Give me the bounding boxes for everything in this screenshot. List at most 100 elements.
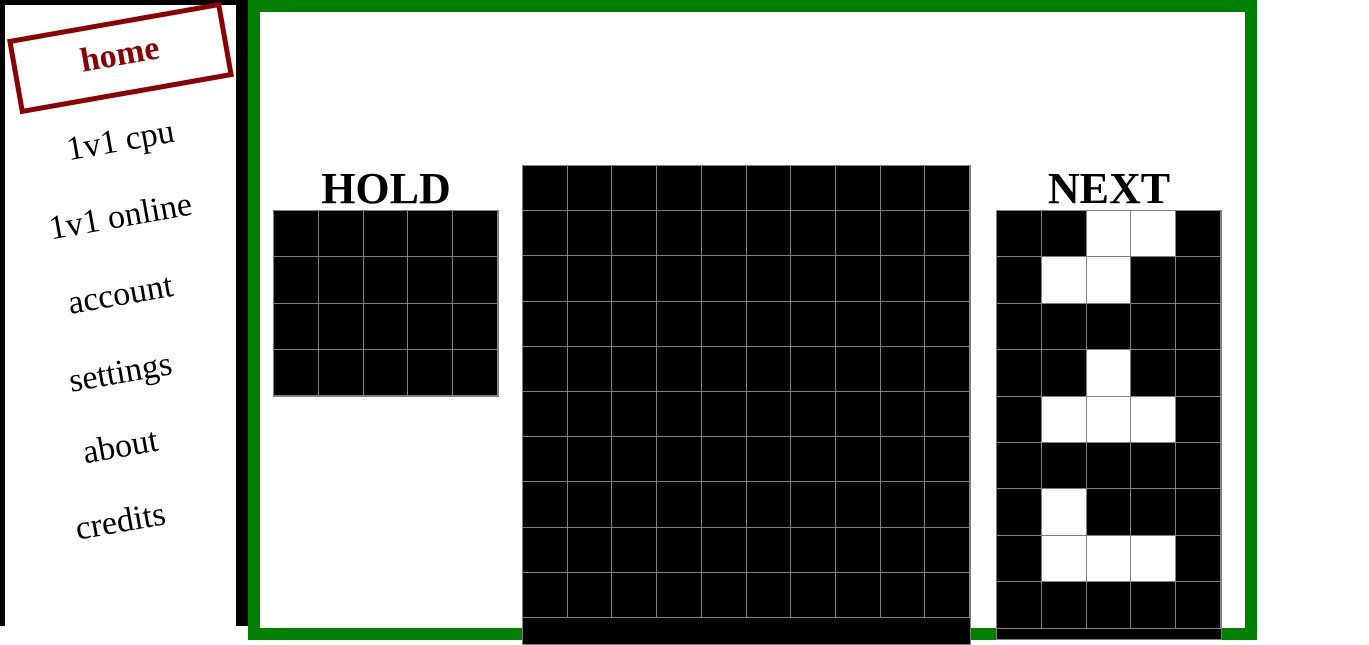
next-cell — [1131, 535, 1177, 583]
board-cell — [835, 437, 881, 483]
board-cell — [612, 437, 658, 483]
next-cell — [997, 303, 1042, 351]
board-cell — [835, 211, 881, 257]
board-cell — [925, 211, 970, 257]
hold-cell — [274, 211, 319, 258]
next-cell — [997, 535, 1042, 583]
hold-cell — [363, 349, 409, 396]
board-cell — [657, 527, 702, 573]
board-cell — [612, 391, 658, 438]
next-cell — [997, 350, 1042, 397]
board-cell — [523, 346, 568, 392]
board-cell — [880, 572, 926, 618]
hold-cell — [408, 303, 454, 350]
next-cell — [1086, 442, 1132, 490]
board-cell — [657, 391, 702, 438]
board-cell — [880, 166, 926, 212]
board-cell — [925, 166, 970, 212]
board-cell — [746, 437, 792, 483]
next-cell — [1176, 211, 1221, 258]
board-cell — [701, 527, 747, 573]
board-cell — [791, 346, 836, 392]
board-cell — [567, 256, 613, 302]
board-cell — [612, 301, 658, 347]
hold-title: HOLD — [321, 164, 451, 213]
board-cell — [880, 346, 926, 392]
board-cell — [567, 391, 613, 438]
board-cell — [523, 166, 568, 212]
board-cell — [567, 211, 613, 257]
hold-cell — [363, 257, 409, 304]
next-cell — [1131, 396, 1177, 443]
next-cell — [1041, 442, 1087, 490]
next-cell — [997, 442, 1042, 490]
next-cell — [1041, 350, 1087, 397]
board-cell — [835, 346, 881, 392]
next-cell — [997, 396, 1042, 443]
next-cell — [1131, 442, 1177, 490]
board-cell — [880, 391, 926, 438]
next-cell — [997, 489, 1042, 536]
hold-cell — [274, 257, 319, 304]
board-cell — [523, 301, 568, 347]
hold-cell — [453, 303, 498, 350]
next-cell — [1086, 582, 1132, 629]
board-cell — [701, 572, 747, 618]
next-cell — [1086, 257, 1132, 304]
next-cell — [1086, 303, 1132, 351]
board-cell — [791, 166, 836, 212]
board-cell — [925, 527, 970, 573]
board-cell — [701, 346, 747, 392]
hold-cell — [318, 349, 364, 396]
hold-cell — [318, 257, 364, 304]
next-cell — [1176, 442, 1221, 490]
board-cell — [701, 211, 747, 257]
board-cell — [523, 437, 568, 483]
board-cell — [746, 166, 792, 212]
next-cell — [1131, 350, 1177, 397]
hold-cell — [453, 257, 498, 304]
next-cell — [1086, 535, 1132, 583]
board-cell — [791, 391, 836, 438]
board-cell — [612, 211, 658, 257]
board-cell — [612, 346, 658, 392]
next-cell — [1176, 489, 1221, 536]
board-cell — [701, 166, 747, 212]
next-cell — [1086, 396, 1132, 443]
board-cell — [746, 391, 792, 438]
board-cell — [835, 256, 881, 302]
board-cell — [612, 572, 658, 618]
hold-cell — [453, 349, 498, 396]
board-cell — [523, 256, 568, 302]
next-cell — [1131, 582, 1177, 629]
next-cell — [1131, 489, 1177, 536]
next-cell — [1176, 535, 1221, 583]
next-cell — [1041, 211, 1087, 258]
next-cell — [1176, 257, 1221, 304]
next-cell — [1176, 350, 1221, 397]
next-cell — [997, 582, 1042, 629]
hold-cell — [363, 303, 409, 350]
game-board[interactable] — [522, 165, 971, 645]
board-cell — [880, 437, 926, 483]
next-cell — [997, 211, 1042, 258]
board-cell — [746, 256, 792, 302]
next-cell — [1086, 489, 1132, 536]
hold-cell — [318, 211, 364, 258]
hold-cell — [408, 349, 454, 396]
next-cell — [1086, 211, 1132, 258]
next-cell — [1041, 257, 1087, 304]
hold-grid — [273, 210, 499, 397]
board-cell — [523, 527, 568, 573]
board-cell — [746, 301, 792, 347]
board-cell — [657, 482, 702, 528]
board-cell — [791, 572, 836, 618]
board-cell — [925, 301, 970, 347]
board-cell — [925, 256, 970, 302]
board-cell — [523, 211, 568, 257]
board-cell — [567, 437, 613, 483]
board-cell — [567, 527, 613, 573]
board-cell — [835, 391, 881, 438]
board-cell — [657, 437, 702, 483]
board-cell — [746, 527, 792, 573]
